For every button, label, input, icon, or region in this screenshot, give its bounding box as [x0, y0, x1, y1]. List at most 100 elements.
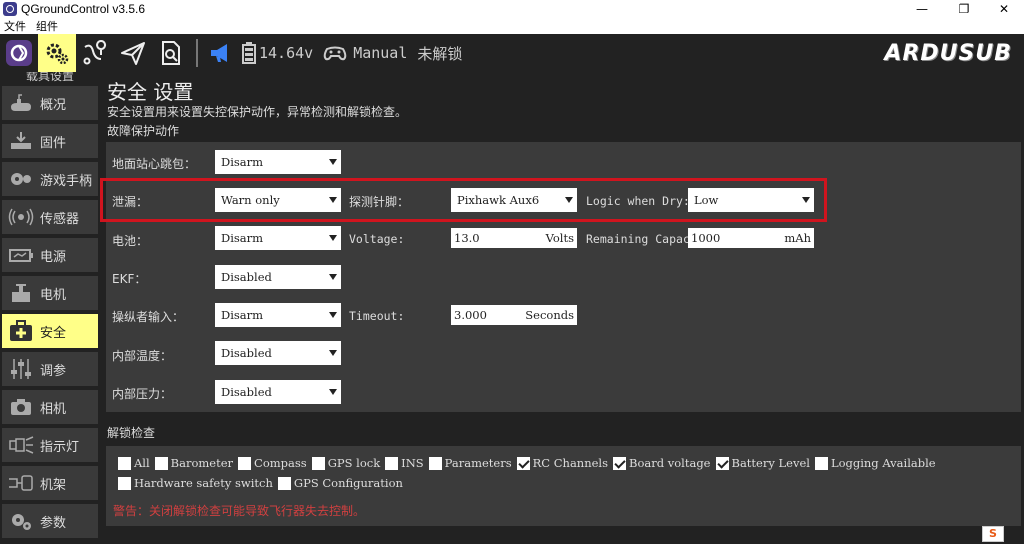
sidebar-item-sensors[interactable]: 传感器	[2, 200, 98, 234]
leak-logic-select[interactable]: Low	[688, 188, 814, 212]
battery-indicator[interactable]: 14.64v	[242, 42, 313, 64]
toolbar-divider	[196, 39, 198, 67]
maximize-button[interactable]: ❐	[944, 0, 984, 18]
arming-check-compass[interactable]: Compass	[238, 456, 307, 470]
sidebar-header: 载具设置	[25, 72, 74, 83]
minimize-button[interactable]: —	[902, 0, 942, 18]
analyze-view-button[interactable]	[152, 34, 190, 72]
timeout-label: Timeout:	[349, 309, 405, 323]
checkbox[interactable]	[613, 456, 626, 470]
chevron-down-icon	[329, 274, 337, 280]
sidebar-item-tuning[interactable]: 调参	[2, 352, 98, 386]
chevron-down-icon	[329, 350, 337, 356]
battery-icon	[8, 244, 34, 266]
sidebar-item-summary[interactable]: 概况	[2, 86, 98, 120]
arming-check-logging-available[interactable]: Logging Available	[814, 456, 936, 470]
arm-status[interactable]: 未解锁	[417, 43, 462, 64]
internal-pressure-select[interactable]: Disabled	[215, 380, 341, 404]
internal-temp-select[interactable]: Disabled	[215, 341, 341, 365]
leak-pin-label: 探测针脚：	[349, 195, 410, 209]
checkbox-label: INS	[401, 456, 424, 470]
arming-check-hardware-safety-switch[interactable]: Hardware safety switch	[118, 476, 273, 490]
arming-check-gps-lock[interactable]: GPS lock	[311, 456, 380, 470]
checkbox-label: Battery Level	[731, 456, 810, 470]
arming-warning: 警告：关闭解锁检查可能导致飞行器失去控制。	[113, 504, 366, 518]
checkbox[interactable]	[428, 456, 442, 470]
arming-check-battery-level[interactable]: Battery Level	[715, 456, 810, 470]
leak-value: Warn only	[221, 193, 280, 207]
arming-check-board-voltage[interactable]: Board voltage	[613, 456, 711, 470]
checkbox-label: Barometer	[170, 456, 234, 470]
safety-icon	[8, 320, 34, 342]
sidebar-item-frame[interactable]: 机架	[2, 466, 98, 500]
leak-select[interactable]: Warn only	[215, 188, 341, 212]
arming-check-rc-channels[interactable]: RC Channels	[516, 456, 608, 470]
checkbox[interactable]	[154, 456, 168, 470]
sidebar-item-lights[interactable]: 指示灯	[2, 428, 98, 462]
arming-check-all[interactable]: All	[118, 456, 150, 470]
internal-pressure-label: 内部压力：	[112, 387, 173, 401]
plan-view-button[interactable]	[76, 34, 114, 72]
sidebar-item-label: 机架	[40, 477, 67, 493]
arming-checks-row-2: Hardware safety switch GPS Configuration	[118, 476, 408, 490]
tray-icon[interactable]: S	[982, 526, 1004, 542]
menu-bar: 文件 组件	[0, 18, 1024, 34]
camera-icon	[8, 396, 34, 418]
checkbox-label: GPS Configuration	[293, 476, 403, 490]
battery-voltage: 14.64v	[259, 44, 314, 62]
checkbox-label: Hardware safety switch	[134, 476, 273, 490]
arming-checks-row-1: All Barometer Compass GPS lock INS Param…	[118, 456, 941, 470]
sidebar-item-safety[interactable]: 安全	[2, 314, 98, 348]
checkbox[interactable]	[118, 476, 131, 490]
vehicle-setup-button[interactable]	[38, 34, 76, 72]
pilot-input-select[interactable]: Disarm	[215, 303, 341, 327]
sidebar-item-parameters[interactable]: 参数	[2, 504, 98, 538]
arming-check-parameters[interactable]: Parameters	[428, 456, 512, 470]
waypoint-icon	[83, 40, 107, 65]
checkbox[interactable]	[118, 456, 131, 470]
menu-components[interactable]: 组件	[36, 18, 58, 34]
voltage-unit: Volts	[545, 231, 574, 245]
ekf-select[interactable]: Disabled	[215, 265, 341, 289]
checkbox[interactable]	[516, 456, 530, 470]
chevron-down-icon	[329, 312, 337, 318]
remaining-capacity-value: 1000	[691, 231, 721, 245]
arming-check-gps-configuration[interactable]: GPS Configuration	[277, 476, 403, 490]
window-title: QGroundControl v3.5.6	[21, 2, 146, 16]
remaining-capacity-input[interactable]: 1000 mAh	[688, 228, 814, 248]
setup-sidebar: 载具设置 概况 固件 游戏手柄 传感器 电源 电机 安全 调参 相机 指示灯 机…	[0, 72, 100, 544]
sidebar-item-power[interactable]: 电源	[2, 238, 98, 272]
sidebar-item-firmware[interactable]: 固件	[2, 124, 98, 158]
sidebar-item-motors[interactable]: 电机	[2, 276, 98, 310]
close-button[interactable]: ✕	[984, 0, 1024, 18]
checkbox[interactable]	[715, 456, 729, 470]
page-title: 安全 设置	[107, 80, 194, 104]
sidebar-item-camera[interactable]: 相机	[2, 390, 98, 424]
gcs-heartbeat-select[interactable]: Disarm	[215, 150, 341, 174]
voltage-input[interactable]: 13.0 Volts	[451, 228, 577, 248]
arming-check-barometer[interactable]: Barometer	[154, 456, 234, 470]
arming-check-ins[interactable]: INS	[385, 456, 424, 470]
checkbox[interactable]	[385, 456, 399, 470]
message-indicator[interactable]	[206, 34, 236, 72]
battery-failsafe-select[interactable]: Disarm	[215, 226, 341, 250]
timeout-input[interactable]: 3.000 Seconds	[451, 305, 577, 325]
megaphone-icon	[211, 44, 227, 62]
checkbox[interactable]	[277, 476, 291, 490]
gears-icon	[46, 43, 69, 65]
checkbox[interactable]	[238, 456, 252, 470]
timeout-unit: Seconds	[525, 308, 574, 322]
menu-file[interactable]: 文件	[4, 18, 26, 34]
checkbox[interactable]	[814, 456, 828, 470]
flight-mode-indicator[interactable]: Manual	[323, 44, 407, 62]
main-toolbar: 14.64v Manual 未解锁	[0, 34, 1024, 72]
checkbox[interactable]	[311, 456, 325, 470]
remaining-capacity-unit: mAh	[784, 231, 811, 245]
sidebar-item-joystick[interactable]: 游戏手柄	[2, 162, 98, 196]
qgc-logo-button[interactable]	[0, 34, 38, 72]
fly-view-button[interactable]	[114, 34, 152, 72]
gcs-heartbeat-label: 地面站心跳包：	[112, 157, 197, 171]
chevron-down-icon	[329, 235, 337, 241]
leak-pin-select[interactable]: Pixhawk Aux6	[451, 188, 577, 212]
sidebar-item-label: 电源	[40, 249, 67, 265]
